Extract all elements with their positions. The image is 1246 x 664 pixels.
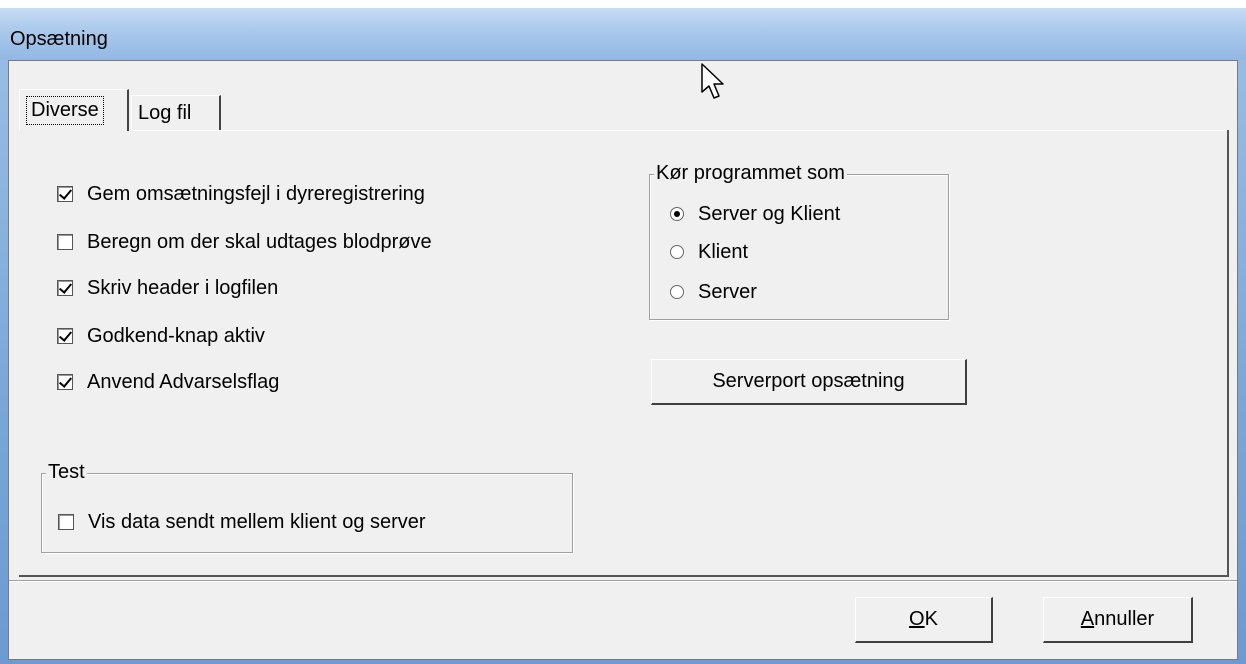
tab-strip: Diverse Log fil bbox=[9, 61, 1237, 131]
checkbox-label: Skriv header i logfilen bbox=[87, 276, 279, 299]
cancel-button-label: Annuller bbox=[1081, 608, 1154, 631]
checkbox-label: Vis data sendt mellem klient og server bbox=[88, 510, 426, 533]
window-title: Opsætning bbox=[10, 28, 108, 50]
footer-separator-light bbox=[9, 581, 1237, 582]
test-groupbox: Test Vis data sendt mellem klient og ser… bbox=[41, 461, 573, 553]
option-gem-omsaetningsfejl[interactable]: Gem omsætningsfejl i dyreregistrering bbox=[57, 179, 425, 209]
option-godkend-knap[interactable]: Godkend-knap aktiv bbox=[57, 321, 265, 351]
checkbox[interactable] bbox=[58, 514, 74, 530]
test-group-legend: Test bbox=[46, 461, 87, 484]
title-bar[interactable]: Opsætning bbox=[0, 8, 1246, 60]
cancel-button-label-rest: nnuller bbox=[1094, 608, 1155, 630]
checkbox-label: Godkend-knap aktiv bbox=[87, 324, 265, 347]
radio-server[interactable]: Server bbox=[670, 277, 757, 307]
radio-label: Klient bbox=[698, 240, 749, 263]
tab-panel-border-top bbox=[19, 130, 1227, 131]
cancel-button-mnemonic: A bbox=[1080, 608, 1095, 630]
radio-button[interactable] bbox=[670, 245, 684, 259]
option-vis-data[interactable]: Vis data sendt mellem klient og server bbox=[58, 507, 426, 537]
checkbox-label: Gem omsætningsfejl i dyreregistrering bbox=[87, 182, 425, 205]
cancel-button[interactable]: Annuller bbox=[1043, 597, 1193, 643]
tab-diverse[interactable]: Diverse bbox=[19, 89, 129, 131]
serverport-setup-button[interactable]: Serverport opsætning bbox=[651, 359, 967, 405]
option-beregn-blodproeve[interactable]: Beregn om der skal udtages blodprøve bbox=[57, 227, 432, 257]
checkbox[interactable] bbox=[57, 328, 73, 344]
checkbox-label: Anvend Advarselsflag bbox=[87, 370, 280, 393]
radio-klient[interactable]: Klient bbox=[670, 237, 748, 267]
tab-panel-border-bottom bbox=[19, 575, 1229, 577]
run-mode-group-legend: Kør programmet som bbox=[654, 162, 847, 185]
mouse-cursor-icon bbox=[701, 63, 724, 99]
tab-diverse-label: Diverse bbox=[26, 96, 104, 125]
radio-label: Server og Klient bbox=[698, 202, 841, 225]
option-skriv-header[interactable]: Skriv header i logfilen bbox=[57, 273, 278, 303]
tab-panel-border-right bbox=[1227, 130, 1229, 576]
radio-button[interactable] bbox=[670, 285, 684, 299]
checkbox-label: Beregn om der skal udtages blodprøve bbox=[87, 230, 432, 253]
radio-server-og-klient[interactable]: Server og Klient bbox=[670, 199, 840, 229]
serverport-setup-button-label: Serverport opsætning bbox=[712, 370, 905, 392]
checkbox[interactable] bbox=[57, 374, 73, 390]
ok-button[interactable]: OK bbox=[855, 597, 993, 643]
dialog-client-area: Diverse Log fil Gem omsætningsfejl i dyr… bbox=[8, 60, 1238, 660]
option-advarselsflag[interactable]: Anvend Advarselsflag bbox=[57, 367, 279, 397]
tab-log-fil[interactable]: Log fil bbox=[131, 95, 221, 131]
run-mode-groupbox: Kør programmet som Server og Klient Klie… bbox=[649, 162, 949, 320]
checkbox[interactable] bbox=[57, 186, 73, 202]
radio-label: Server bbox=[698, 280, 757, 303]
ok-button-label-rest: K bbox=[924, 608, 938, 630]
tab-log-fil-label: Log fil bbox=[138, 102, 192, 124]
ok-button-mnemonic: O bbox=[909, 608, 925, 630]
dialog-window: Opsætning Diverse Log fil Gem omsætnings… bbox=[0, 8, 1246, 664]
checkbox[interactable] bbox=[57, 280, 73, 296]
ok-button-label: OK bbox=[909, 608, 938, 631]
checkbox[interactable] bbox=[57, 234, 73, 250]
radio-button[interactable] bbox=[670, 207, 684, 221]
